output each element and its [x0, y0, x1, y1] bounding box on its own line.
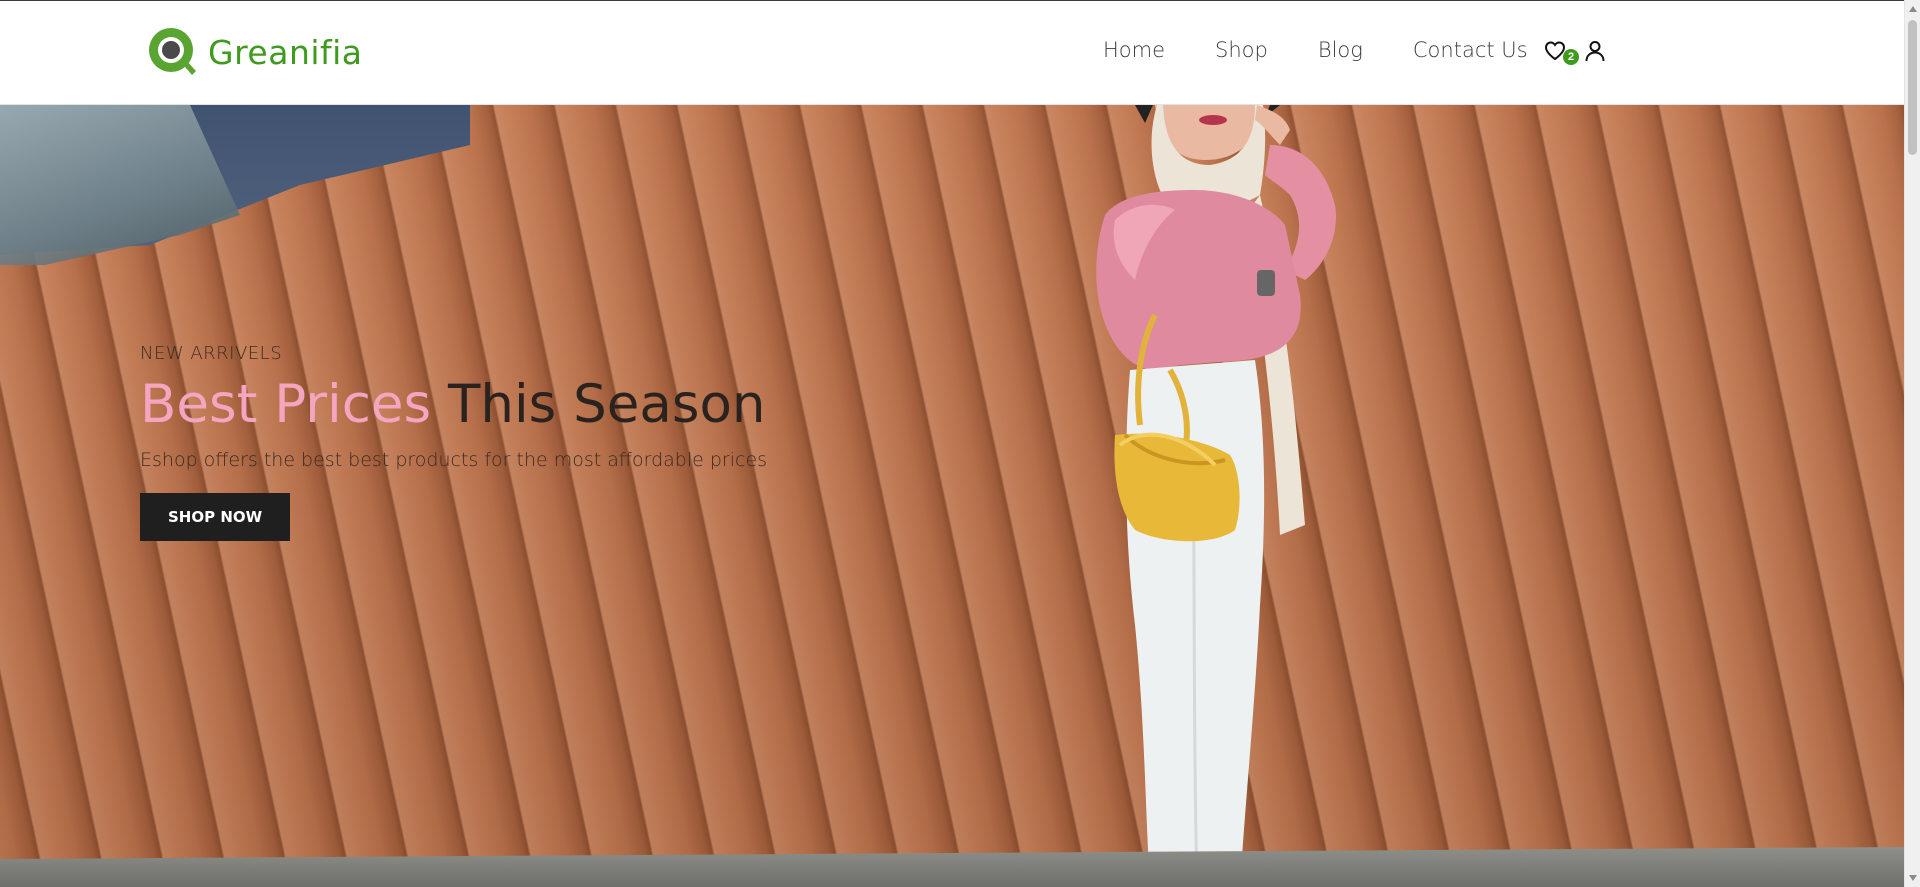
hero-banner: NEW ARRIVELS Best Prices This Season Esh…: [0, 105, 1904, 887]
nav-home[interactable]: Home: [1103, 38, 1165, 62]
wishlist-count-badge: 2: [1563, 49, 1579, 65]
header-actions: 2: [1543, 39, 1609, 65]
vertical-scrollbar[interactable]: [1904, 0, 1920, 887]
nav-blog[interactable]: Blog: [1318, 38, 1363, 62]
scrollbar-thumb[interactable]: [1908, 20, 1917, 155]
hero-kicker: NEW ARRIVELS: [140, 343, 283, 364]
wishlist-button[interactable]: 2: [1543, 39, 1579, 65]
logo-icon: [149, 28, 196, 75]
hero-description: Eshop offers the best best products for …: [140, 449, 768, 471]
nav-shop[interactable]: Shop: [1215, 38, 1268, 62]
hero-title-rest: This Season: [447, 374, 766, 435]
hero-model-image: [1096, 105, 1336, 887]
nav-contact-us[interactable]: Contact Us: [1413, 38, 1528, 62]
scroll-down-arrow[interactable]: [1909, 875, 1917, 881]
hero-title: Best Prices This Season: [140, 374, 767, 435]
scroll-up-arrow[interactable]: [1909, 6, 1917, 12]
logo[interactable]: Greanifia: [146, 25, 363, 79]
main-nav: Home Shop Blog Contact Us: [1103, 38, 1528, 62]
hero-title-accent: Best Prices: [140, 374, 432, 435]
hero-content: NEW ARRIVELS Best Prices This Season Esh…: [140, 343, 767, 541]
account-button[interactable]: [1583, 39, 1609, 65]
user-icon: [1585, 41, 1605, 62]
page: Greanifia Home Shop Blog Contact Us 2 NE…: [0, 0, 1920, 887]
site-header: Greanifia Home Shop Blog Contact Us 2: [0, 0, 1904, 105]
brand-name: Greanifia: [208, 32, 363, 72]
shop-now-button[interactable]: SHOP NOW: [140, 493, 291, 541]
